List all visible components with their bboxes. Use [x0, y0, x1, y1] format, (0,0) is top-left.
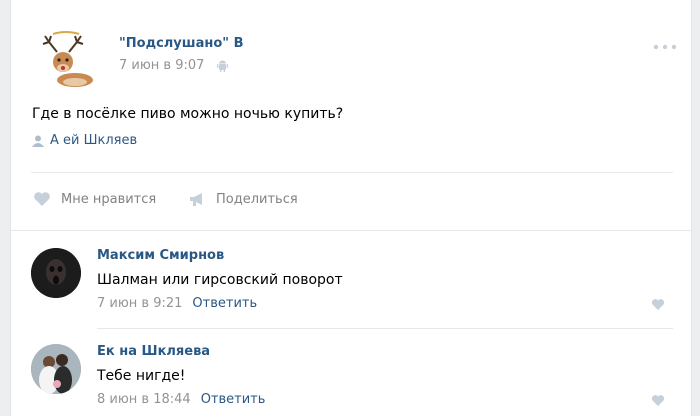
like-label: Мне нравится [61, 192, 157, 207]
avatar-image [31, 248, 81, 298]
post-header: "Подслушано" В 7 июн в 9:07 [11, 0, 691, 100]
post-timestamp[interactable]: 7 июн в 9:07 [119, 58, 204, 73]
post-card: "Подслушано" В 7 июн в 9:07 Где в посёлк… [10, 0, 692, 416]
more-dots-icon[interactable] [653, 44, 677, 50]
comment-item: Ек на Шкляева Тебе нигде! 8 июн в 18:44 О… [11, 328, 691, 416]
comment-meta: 7 июн в 9:21 Ответить [97, 296, 257, 311]
megaphone-icon [190, 193, 202, 206]
commenter-avatar[interactable] [31, 344, 81, 394]
share-label: Поделиться [216, 192, 298, 207]
divider [31, 172, 673, 173]
group-name-link[interactable]: "Подслушано" В [119, 36, 243, 51]
comment-timestamp[interactable]: 7 июн в 9:21 [97, 296, 182, 311]
commenter-avatar[interactable] [31, 248, 81, 298]
reply-button[interactable]: Ответить [192, 296, 257, 311]
user-icon [32, 135, 44, 147]
avatar-image [31, 344, 81, 394]
group-avatar[interactable] [31, 30, 101, 90]
comment-text: Шалман или гирсовский поворот [97, 272, 343, 288]
comment-text: Тебе нигде! [97, 368, 186, 384]
comment-author-link[interactable]: Максим Смирнов [97, 248, 224, 263]
android-icon [217, 60, 228, 72]
post-author-link[interactable]: А ей Шкляев [50, 133, 137, 148]
comment-item: Максим Смирнов Шалман или гирсовский пов… [11, 230, 691, 328]
post-text: Где в посёлке пиво можно ночью купить? [32, 106, 344, 122]
reply-button[interactable]: Ответить [201, 392, 266, 407]
heart-icon[interactable] [651, 394, 665, 407]
comment-meta: 8 июн в 18:44 Ответить [97, 392, 265, 407]
heart-icon[interactable] [651, 298, 665, 311]
heart-icon [34, 192, 50, 206]
comment-author-link[interactable]: Ек на Шкляева [97, 344, 210, 359]
comment-timestamp[interactable]: 8 июн в 18:44 [97, 392, 191, 407]
